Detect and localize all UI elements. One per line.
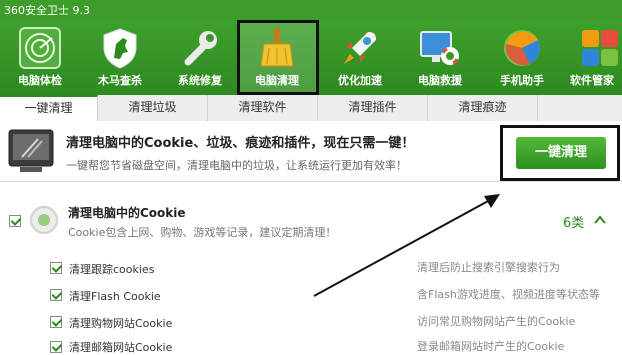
tab-clean-traces[interactable]: 清理痕迹 bbox=[428, 95, 538, 121]
one-click-clean-highlight: 一键清理 bbox=[500, 125, 620, 181]
item-label: 清理Flash Cookie bbox=[69, 290, 161, 303]
toolbar-label: 电脑体检 bbox=[18, 74, 62, 87]
toolbar-item-phone-assistant[interactable]: 手机助手 bbox=[482, 20, 562, 95]
item-checkbox-flash-cookie[interactable] bbox=[50, 289, 62, 301]
toolbar-label: 电脑清理 bbox=[255, 74, 299, 87]
tab-strip: 一键清理 清理垃圾 清理软件 清理插件 清理痕迹 bbox=[0, 95, 622, 122]
lifebuoy-monitor-icon bbox=[420, 31, 459, 65]
banner-title: 清理电脑中的Cookie、垃圾、痕迹和插件，现在只需一键！ bbox=[66, 136, 415, 151]
banner-subtitle: 一键帮您节省磁盘空间，清理电脑中的垃圾，让系统运行更加有效率！ bbox=[66, 159, 407, 172]
item-label: 清理邮箱网站Cookie bbox=[69, 341, 173, 354]
cookie-section-checkbox[interactable] bbox=[9, 215, 21, 227]
toolbar-item-pc-rescue[interactable]: 电脑救援 bbox=[400, 20, 480, 95]
item-checkbox-tracking-cookies[interactable] bbox=[50, 262, 62, 274]
toolbar-item-pc-cleanup[interactable]: 电脑清理 bbox=[237, 20, 319, 95]
section-subtitle: Cookie包含上网、购物、游戏等记录，建议定期清理！ bbox=[68, 226, 337, 239]
tab-clean-software[interactable]: 清理软件 bbox=[208, 95, 318, 121]
radar-scan-icon bbox=[19, 27, 61, 69]
main-toolbar: 电脑体检 木马查杀 系统修复 电脑清理 优化加速 电脑救援 手机助手 软件管家 bbox=[0, 20, 622, 95]
toolbar-label: 系统修复 bbox=[178, 74, 222, 87]
item-description: 含Flash游戏进度、视频进度等状态等 bbox=[417, 288, 600, 301]
wrench-icon bbox=[184, 31, 217, 66]
phone-ball-icon bbox=[504, 30, 540, 66]
monitor-broom-icon bbox=[8, 129, 54, 172]
toolbar-label: 电脑救援 bbox=[418, 74, 462, 87]
item-description: 登录邮箱网站时产生的Cookie bbox=[417, 340, 565, 353]
tab-one-click-clean[interactable]: 一键清理 bbox=[0, 95, 98, 122]
toolbar-item-optimize[interactable]: 优化加速 bbox=[320, 20, 400, 95]
toolbar-item-trojan-scan[interactable]: 木马查杀 bbox=[80, 20, 160, 95]
tab-clean-plugins[interactable]: 清理插件 bbox=[318, 95, 428, 121]
section-title: 清理电脑中的Cookie bbox=[68, 206, 186, 220]
toolbar-item-pc-checkup[interactable]: 电脑体检 bbox=[0, 20, 80, 95]
one-click-clean-button[interactable]: 一键清理 bbox=[516, 137, 606, 169]
item-label: 清理跟踪cookies bbox=[69, 263, 155, 276]
toolbar-item-software-manager[interactable]: 软件管家 bbox=[560, 20, 622, 95]
cookie-gauge-icon bbox=[30, 206, 58, 234]
item-description: 访问常见购物网站产生的Cookie bbox=[417, 315, 576, 328]
item-description: 清理后防止搜索引擎搜索行为 bbox=[417, 261, 560, 274]
toolbar-label: 手机助手 bbox=[500, 74, 544, 87]
toolbar-label: 木马查杀 bbox=[98, 74, 142, 87]
rocket-icon bbox=[344, 32, 376, 64]
item-checkbox-mail-cookie[interactable] bbox=[50, 341, 62, 353]
toolbar-item-system-repair[interactable]: 系统修复 bbox=[160, 20, 240, 95]
toolbar-label: 优化加速 bbox=[338, 74, 382, 87]
broom-icon bbox=[260, 28, 294, 67]
item-label: 清理购物网站Cookie bbox=[69, 317, 173, 330]
toolbar-label: 软件管家 bbox=[570, 74, 614, 87]
apps-grid-icon bbox=[582, 30, 618, 66]
item-checkbox-shopping-cookie[interactable] bbox=[50, 316, 62, 328]
horse-shield-icon bbox=[103, 28, 137, 69]
window-title: 360安全卫士 9.3 bbox=[4, 4, 90, 17]
chevron-up-icon[interactable] bbox=[594, 214, 606, 226]
title-bar: 360安全卫士 9.3 bbox=[0, 0, 622, 20]
tab-clean-junk[interactable]: 清理垃圾 bbox=[98, 95, 208, 121]
category-count: 6类 bbox=[563, 216, 585, 231]
